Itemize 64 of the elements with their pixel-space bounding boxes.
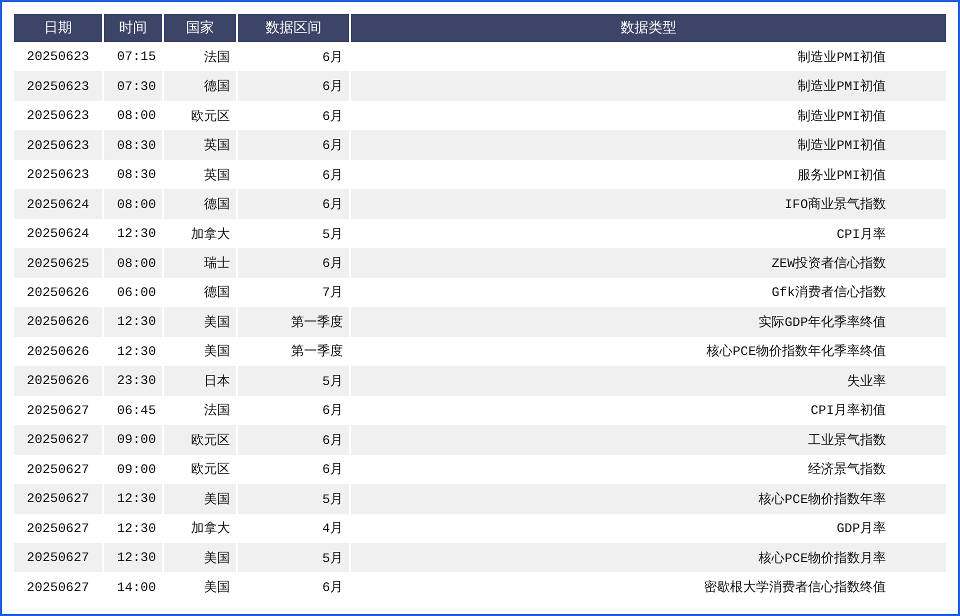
table-cell: 英国 (163, 130, 237, 160)
table-cell: 服务业PMI初值 (350, 160, 946, 190)
table-cell: 经济景气指数 (350, 454, 946, 484)
table-cell: 制造业PMI初值 (350, 42, 946, 72)
table-cell: 制造业PMI初值 (350, 71, 946, 101)
table-cell: Gfk消费者信心指数 (350, 278, 946, 308)
table-cell-text: 密歇根大学消费者信心指数终值 (703, 579, 887, 598)
table-cell: 德国 (163, 71, 237, 101)
table-cell: 20250627 (14, 572, 103, 602)
column-header: 数据区间 (237, 14, 350, 42)
table-cell: 瑞士 (163, 248, 237, 278)
table-cell: 美国 (163, 484, 237, 514)
table-cell: 09:00 (103, 425, 163, 455)
table-cell: 实际GDP年化季率终值 (350, 307, 946, 337)
table-cell: 6月 (237, 130, 350, 160)
table-cell: 20250626 (14, 366, 103, 396)
table-cell: 美国 (163, 572, 237, 602)
table-cell: 6月 (237, 189, 350, 219)
table-cell: 第一季度 (237, 307, 350, 337)
table-cell: 6月 (237, 248, 350, 278)
table-cell: CPI月率 (350, 218, 946, 248)
column-header: 国家 (163, 14, 237, 42)
table-cell: 14:00 (103, 572, 163, 602)
table-cell: 20250625 (14, 248, 103, 278)
table-cell: 5月 (237, 542, 350, 572)
table-cell: 核心PCE物价指数年化季率终值 (350, 336, 946, 366)
table-cell: 5月 (237, 484, 350, 514)
table-cell: 12:30 (103, 484, 163, 514)
table-cell: 失业率 (350, 366, 946, 396)
table-cell: 核心PCE物价指数月率 (350, 542, 946, 572)
table-cell: 6月 (237, 71, 350, 101)
table-cell: 08:00 (103, 189, 163, 219)
table-cell: 20250627 (14, 484, 103, 514)
table-cell: 美国 (163, 542, 237, 572)
table-cell: IFO商业景气指数 (350, 189, 946, 219)
table-cell: 12:30 (103, 542, 163, 572)
table-cell: 工业景气指数 (350, 425, 946, 455)
table-cell: 20250626 (14, 307, 103, 337)
column-header: 日期 (14, 14, 103, 42)
table-cell: 20250627 (14, 542, 103, 572)
table-cell: 美国 (163, 307, 237, 337)
table-cell: 制造业PMI初值 (350, 130, 946, 160)
table-cell: 20250624 (14, 189, 103, 219)
table-cell: 20250623 (14, 130, 103, 160)
table-cell: 德国 (163, 189, 237, 219)
column-header: 数据类型 (350, 14, 946, 42)
table-cell: 20250627 (14, 425, 103, 455)
table-cell: ZEW投资者信心指数 (350, 248, 946, 278)
table-cell: CPI月率初值 (350, 396, 946, 426)
table-cell: 5月 (237, 366, 350, 396)
table-cell: 欧元区 (163, 425, 237, 455)
table-cell: 12:30 (103, 307, 163, 337)
table-cell: 制造业PMI初值 (350, 100, 946, 130)
table-cell: 6月 (237, 572, 350, 602)
table-cell: 23:30 (103, 366, 163, 396)
table-cell: 20250623 (14, 71, 103, 101)
column-header: 时间 (103, 14, 163, 42)
table-cell: 日本 (163, 366, 237, 396)
table-cell: 核心PCE物价指数年率 (350, 484, 946, 514)
table-cell: GDP月率 (350, 514, 946, 543)
table-cell: 07:30 (103, 71, 163, 101)
table-cell: 08:30 (103, 130, 163, 160)
table-cell: 08:00 (103, 248, 163, 278)
table-cell: 6月 (237, 425, 350, 455)
